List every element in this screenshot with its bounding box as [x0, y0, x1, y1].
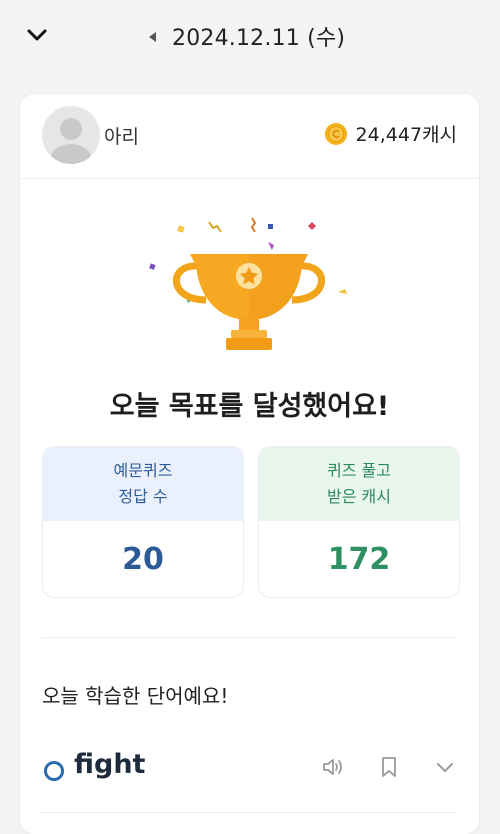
expand-word-button[interactable]	[432, 756, 458, 782]
divider	[42, 637, 458, 638]
learned-words-title: 오늘 학습한 단어예요!	[42, 684, 229, 708]
bookmark-icon	[379, 756, 399, 782]
quiz-cash-label-line1: 퀴즈 풀고	[327, 461, 391, 480]
word-text: fight	[74, 749, 146, 780]
chevron-down-icon	[435, 757, 455, 781]
trophy-icon	[172, 254, 326, 350]
list-item[interactable]: fight	[42, 744, 458, 796]
word-status-circle-icon	[44, 761, 64, 781]
cash-balance: 24,447캐시	[324, 120, 457, 147]
play-audio-button[interactable]	[320, 756, 346, 782]
profile-row: 아리 24,447캐시	[20, 94, 479, 179]
chevron-down-icon	[25, 23, 49, 51]
avatar	[42, 106, 100, 164]
quiz-correct-label-line2: 정답 수	[118, 487, 168, 506]
bookmark-button[interactable]	[376, 756, 402, 782]
current-date: 2024.12.11 (수)	[172, 26, 346, 51]
quiz-correct-label: 예문퀴즈 정답 수	[43, 447, 243, 521]
speaker-icon	[321, 756, 345, 782]
word-actions	[320, 756, 458, 782]
quiz-correct-label-line1: 예문퀴즈	[113, 461, 173, 480]
trophy-illustration	[20, 204, 479, 364]
collapse-button[interactable]	[22, 22, 52, 52]
quiz-correct-card: 예문퀴즈 정답 수 20	[42, 446, 244, 598]
quiz-correct-value: 20	[122, 541, 164, 577]
quiz-cash-card: 퀴즈 풀고 받은 캐시 172	[258, 446, 460, 598]
cash-amount: 24,447캐시	[355, 124, 457, 146]
daily-report-card: 아리 24,447캐시 오늘 목표를 달성했어요! 예문퀴즈 정답 수 20 퀴…	[20, 94, 479, 834]
goal-message: 오늘 목표를 달성했어요!	[109, 391, 390, 422]
coin-icon	[324, 122, 348, 146]
quiz-cash-label-line2: 받은 캐시	[327, 487, 391, 506]
divider	[42, 812, 458, 813]
top-bar: 2024.12.11 (수)	[0, 0, 500, 72]
quiz-cash-value: 172	[327, 541, 391, 577]
quiz-cash-label: 퀴즈 풀고 받은 캐시	[259, 447, 459, 521]
caret-left-icon	[149, 27, 157, 46]
username: 아리	[104, 126, 139, 148]
date-navigator: 2024.12.11 (수)	[146, 18, 345, 54]
previous-date-button[interactable]	[146, 29, 160, 43]
